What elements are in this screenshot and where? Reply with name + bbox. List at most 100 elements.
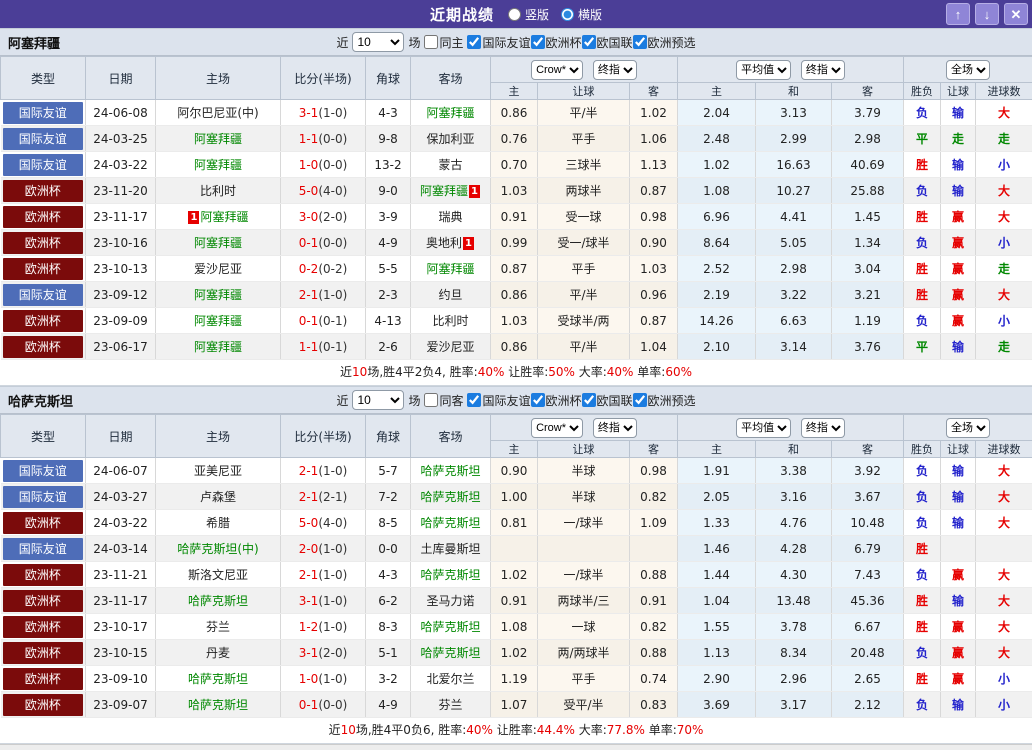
same-venue-filter[interactable]: 同客 [424, 392, 463, 409]
match-row: 欧洲杯23-10-13爱沙尼亚0-2(0-2)5-5阿塞拜疆0.87平手1.03… [1, 256, 1032, 282]
section-header-bar: 哈萨克斯坦 近 10 场 同客 国际友谊欧洲杯欧国联欧洲预选 [0, 386, 1032, 414]
goals-result-cell: 走 [976, 126, 1032, 152]
average-group-header: 平均值 终指 [678, 415, 904, 441]
match-count-select[interactable]: 10 [352, 390, 404, 410]
full-match-select[interactable]: 全场 [946, 418, 990, 438]
league-filter[interactable]: 国际友谊 [467, 392, 530, 409]
same-venue-checkbox[interactable] [424, 35, 438, 49]
league-checkbox[interactable] [467, 35, 481, 49]
move-down-button[interactable]: ↓ [975, 3, 999, 25]
league-badge: 欧洲杯 [3, 232, 84, 254]
score-cell: 3-1(1-0) [281, 100, 366, 126]
sub-header-goals-result: 进球数 [976, 441, 1032, 458]
handicap-final-select[interactable]: 终指 [593, 60, 637, 80]
league-filter[interactable]: 欧国联 [582, 392, 633, 409]
average-final-select[interactable]: 终指 [801, 418, 845, 438]
score-cell: 2-1(1-0) [281, 282, 366, 308]
league-filter[interactable]: 国际友谊 [467, 34, 530, 51]
away-team-cell: 比利时 [411, 308, 491, 334]
layout-radio-group: 竖版 横版 [508, 6, 602, 23]
league-filter[interactable]: 欧洲杯 [531, 34, 582, 51]
league-badge: 国际友谊 [3, 154, 84, 176]
handicap-line-cell: 一球 [538, 614, 630, 640]
league-filter[interactable]: 欧洲杯 [531, 392, 582, 409]
crow-home-odds-cell: 0.86 [491, 282, 538, 308]
goals-result-cell: 大 [976, 640, 1032, 666]
average-final-select[interactable]: 终指 [801, 60, 845, 80]
match-count-select[interactable]: 10 [352, 32, 404, 52]
league-checkbox[interactable] [582, 35, 596, 49]
horizontal-layout-radio[interactable] [561, 8, 574, 21]
goals-result-cell: 小 [976, 152, 1032, 178]
league-filter[interactable]: 欧洲预选 [633, 34, 696, 51]
halftime-score: (0-0) [318, 698, 347, 712]
avg-draw-odds-cell: 3.17 [756, 692, 832, 718]
close-button[interactable]: ✕ [1004, 3, 1028, 25]
fulltime-score: 3-0 [299, 210, 319, 224]
league-checkbox[interactable] [531, 393, 545, 407]
league-checkbox[interactable] [467, 393, 481, 407]
handicap-result-cell: 输 [941, 692, 976, 718]
score-cell: 1-2(1-0) [281, 614, 366, 640]
match-row: 国际友谊23-09-12阿塞拜疆2-1(1-0)2-3约旦0.86平/半0.96… [1, 282, 1032, 308]
team-name: 瑞典 [438, 210, 462, 224]
handicap-line-cell: 半球 [538, 484, 630, 510]
same-venue-filter[interactable]: 同主 [424, 34, 463, 51]
score-cell: 0-1(0-0) [281, 692, 366, 718]
handicap-result-cell: 赢 [941, 282, 976, 308]
league-checkbox[interactable] [633, 393, 647, 407]
full-match-select[interactable]: 全场 [946, 60, 990, 80]
league-badge: 国际友谊 [3, 460, 84, 482]
date-cell: 23-11-17 [86, 204, 156, 230]
handicap-line-cell: 一/球半 [538, 562, 630, 588]
handicap-final-select[interactable]: 终指 [593, 418, 637, 438]
odds-company-select[interactable]: Crow* [531, 60, 583, 80]
vertical-layout-option[interactable]: 竖版 [508, 6, 549, 23]
horizontal-layout-option[interactable]: 横版 [561, 6, 602, 23]
home-team-cell: 阿尔巴尼亚(中) [156, 100, 281, 126]
league-filter[interactable]: 欧洲预选 [633, 392, 696, 409]
crow-away-odds-cell: 0.88 [630, 562, 678, 588]
avg-draw-odds-cell: 4.76 [756, 510, 832, 536]
date-cell: 24-03-14 [86, 536, 156, 562]
match-row: 欧洲杯23-10-17芬兰1-2(1-0)8-3哈萨克斯坦1.08一球0.821… [1, 614, 1032, 640]
league-checkbox[interactable] [633, 35, 647, 49]
section-team-name: 哈萨克斯坦 [8, 391, 73, 410]
home-team-cell: 斯洛文尼亚 [156, 562, 281, 588]
home-team-cell: 哈萨克斯坦 [156, 588, 281, 614]
match-row: 欧洲杯23-10-16阿塞拜疆0-1(0-0)4-9奥地利10.99受一/球半0… [1, 230, 1032, 256]
odds-company-select[interactable]: Crow* [531, 418, 583, 438]
halftime-score: (1-0) [318, 288, 347, 302]
crow-home-odds-cell: 1.00 [491, 484, 538, 510]
league-cell: 国际友谊 [1, 484, 86, 510]
league-cell: 国际友谊 [1, 536, 86, 562]
avg-draw-odds-cell: 4.41 [756, 204, 832, 230]
corners-cell: 4-9 [366, 692, 411, 718]
league-checkbox[interactable] [582, 393, 596, 407]
average-select[interactable]: 平均值 [736, 418, 791, 438]
crow-away-odds-cell: 0.82 [630, 484, 678, 510]
crow-home-odds-cell: 1.08 [491, 614, 538, 640]
fulltime-score: 3-1 [299, 646, 319, 660]
match-row: 欧洲杯23-10-15丹麦3-1(2-0)5-1哈萨克斯坦1.02两/两球半0.… [1, 640, 1032, 666]
red-card-badge: 1 [188, 211, 199, 224]
league-cell: 欧洲杯 [1, 204, 86, 230]
crow-away-odds-cell: 0.98 [630, 458, 678, 484]
sub-header-away-odds: 客 [630, 441, 678, 458]
match-row: 欧洲杯23-09-07哈萨克斯坦0-1(0-0)4-9芬兰1.07受平/半0.8… [1, 692, 1032, 718]
goals-result-cell: 大 [976, 588, 1032, 614]
league-cell: 国际友谊 [1, 126, 86, 152]
avg-draw-odds-cell: 3.38 [756, 458, 832, 484]
fulltime-score: 2-1 [299, 568, 319, 582]
handicap-line-cell: 平/半 [538, 282, 630, 308]
away-team-cell: 哈萨克斯坦 [411, 510, 491, 536]
same-venue-checkbox[interactable] [424, 393, 438, 407]
league-filter[interactable]: 欧国联 [582, 34, 633, 51]
move-up-button[interactable]: ↑ [946, 3, 970, 25]
record-summary: 近10场,胜4平0负6, 胜率:40% 让胜率:44.4% 大率:77.8% 单… [0, 718, 1032, 744]
league-checkbox[interactable] [531, 35, 545, 49]
avg-away-odds-cell: 45.36 [832, 588, 904, 614]
team-name: 芬兰 [206, 620, 230, 634]
average-select[interactable]: 平均值 [736, 60, 791, 80]
vertical-layout-radio[interactable] [508, 8, 521, 21]
